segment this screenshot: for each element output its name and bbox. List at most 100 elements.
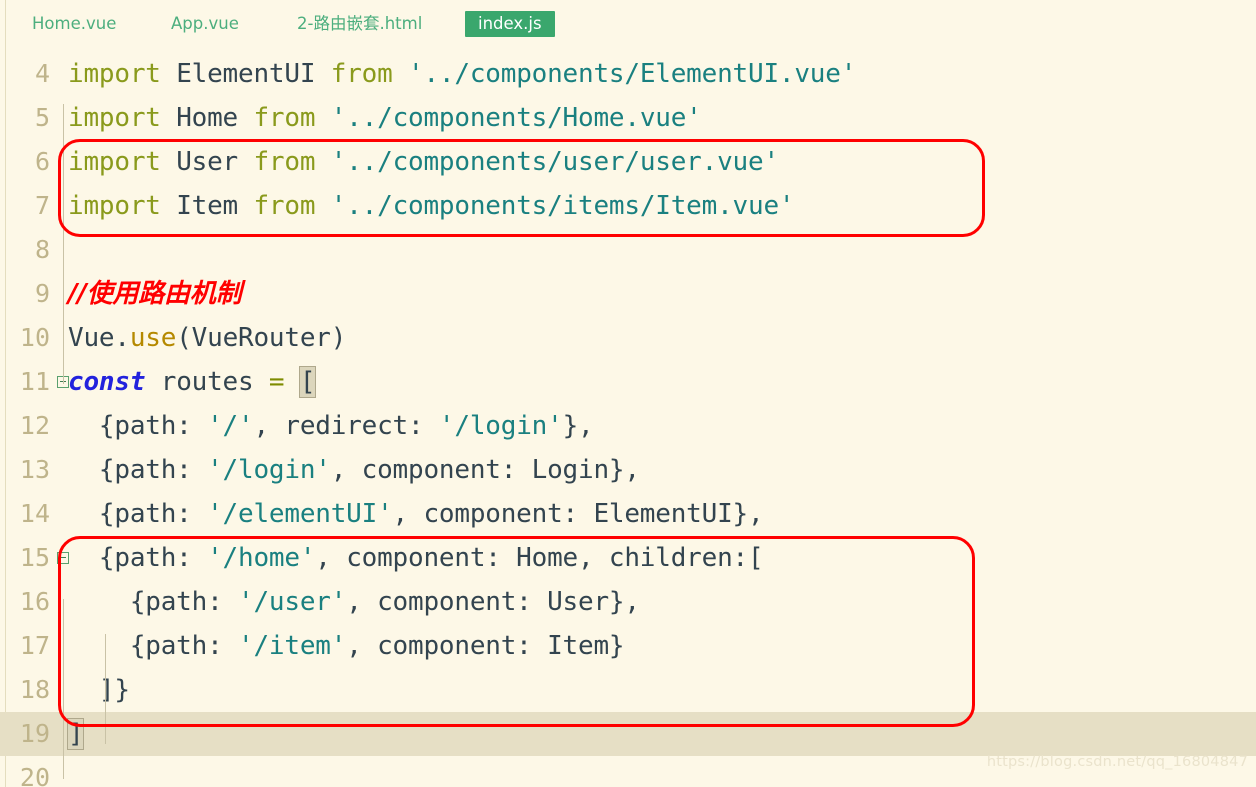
code-token: '../components/user/user.vue' <box>330 147 779 177</box>
code-token: '../components/ElementUI.vue' <box>408 59 857 89</box>
code-line[interactable]: 13 {path: '/login', component: Login}, <box>0 448 1256 492</box>
code-token: {path: <box>68 499 208 529</box>
code-token: const <box>68 367 161 397</box>
editor-tab-2[interactable]: App.vue <box>167 11 243 37</box>
editor-tab-4[interactable]: index.js <box>465 11 555 37</box>
line-number: 7 <box>34 191 50 220</box>
code-line[interactable]: 19] <box>0 712 1256 756</box>
code-token: ] <box>66 718 85 750</box>
code-line[interactable]: 10 Vue.use(VueRouter) <box>0 316 1256 360</box>
line-number: 9 <box>34 279 50 308</box>
code-token: Home <box>176 103 254 133</box>
code-text: {path: '/login', component: Login}, <box>68 448 640 492</box>
code-token: {path: <box>68 631 238 661</box>
code-token: ElementUI <box>176 59 331 89</box>
line-number: 4 <box>34 59 50 88</box>
line-number: 18 <box>19 675 50 704</box>
indent-guide <box>63 104 64 384</box>
indent-guide <box>63 599 64 779</box>
line-number: 12 <box>19 411 50 440</box>
line-number: 14 <box>19 499 50 528</box>
code-line[interactable]: 12 {path: '/', redirect: '/login'}, <box>0 404 1256 448</box>
code-text: ] <box>66 712 85 756</box>
line-number: 5 <box>34 103 50 132</box>
code-token: , component: User}, <box>346 587 640 617</box>
code-token: import <box>68 191 177 221</box>
code-line[interactable]: 7 import Item from '../components/items/I… <box>0 184 1256 228</box>
code-token: '../components/Home.vue' <box>330 103 702 133</box>
code-line[interactable]: 16 {path: '/user', component: User}, <box>0 580 1256 624</box>
line-number: 20 <box>19 763 50 787</box>
code-token: , redirect: <box>253 411 439 441</box>
code-line[interactable]: 18 ]} <box>0 668 1256 712</box>
code-text: const routes = [ <box>68 360 317 404</box>
code-editor-window: Home.vue App.vue 2-路由嵌套.html index.js 4 impo… <box>0 0 1256 787</box>
editor-tab-bar: Home.vue App.vue 2-路由嵌套.html index.js <box>0 0 1256 44</box>
code-token: '/login' <box>438 411 563 441</box>
indent-guide <box>105 634 106 744</box>
code-token: = <box>268 367 285 397</box>
code-text: import User from '../components/user/use… <box>68 140 779 184</box>
code-token: [ <box>298 366 317 398</box>
editor-body[interactable]: 4 import ElementUI from '../components/El… <box>0 44 1256 787</box>
code-token: }, <box>562 411 594 441</box>
code-text: import ElementUI from '../components/Ele… <box>68 52 856 96</box>
code-token: {path: <box>68 587 238 617</box>
code-token: '/elementUI' <box>207 499 393 529</box>
code-text: //使用路由机制 <box>68 272 242 316</box>
code-line[interactable]: 9 //使用路由机制 <box>0 272 1256 316</box>
code-text: import Home from '../components/Home.vue… <box>68 96 702 140</box>
code-text: import Item from '../components/items/It… <box>68 184 795 228</box>
code-text: {path: '/elementUI', component: ElementU… <box>68 492 764 536</box>
code-line[interactable]: 17 {path: '/item', component: Item} <box>0 624 1256 668</box>
code-token: , component: Item} <box>346 631 625 661</box>
line-number: 10 <box>19 323 50 352</box>
line-number: 19 <box>19 719 50 748</box>
tab-bar-left-rule <box>5 0 6 44</box>
code-token: Vue. <box>68 323 130 353</box>
code-line[interactable]: 6 import User from '../components/user/us… <box>0 140 1256 184</box>
line-number: 6 <box>34 147 50 176</box>
code-token: ]} <box>68 675 130 705</box>
editor-tab-1[interactable]: Home.vue <box>28 11 120 37</box>
code-token: {path: <box>68 411 208 441</box>
code-line[interactable]: 5 import Home from '../components/Home.vu… <box>0 96 1256 140</box>
code-text: {path: '/item', component: Item} <box>68 624 625 668</box>
line-number: 13 <box>19 455 50 484</box>
code-token: (VueRouter) <box>176 323 347 353</box>
code-text: {path: '/user', component: User}, <box>68 580 640 624</box>
code-token: '../components/items/Item.vue' <box>330 191 795 221</box>
code-token: , component: Home, children:[ <box>315 543 764 573</box>
code-token: import <box>68 59 177 89</box>
code-token: import <box>68 103 177 133</box>
code-token: //使用路由机制 <box>68 279 242 309</box>
code-token: from <box>253 147 331 177</box>
code-token: from <box>253 191 331 221</box>
code-token: from <box>253 103 331 133</box>
code-token: {path: <box>68 543 208 573</box>
line-number: 15 <box>19 543 50 572</box>
code-token: , component: ElementUI}, <box>392 499 764 529</box>
code-line[interactable]: 8 <box>0 228 1256 272</box>
code-token: '/login' <box>207 455 331 485</box>
code-token: '/' <box>207 411 254 441</box>
code-token: Item <box>176 191 254 221</box>
code-token: '/home' <box>207 543 316 573</box>
code-text: ]} <box>68 668 130 712</box>
code-line[interactable]: 4 import ElementUI from '../components/El… <box>0 52 1256 96</box>
line-number: 11 <box>19 367 50 396</box>
code-text: {path: '/', redirect: '/login'}, <box>68 404 594 448</box>
code-text: {path: '/home', component: Home, childre… <box>68 536 764 580</box>
code-line[interactable]: 14 {path: '/elementUI', component: Eleme… <box>0 492 1256 536</box>
code-token: use <box>129 323 177 353</box>
editor-tab-3[interactable]: 2-路由嵌套.html <box>293 11 426 37</box>
code-token: '/item' <box>238 631 347 661</box>
line-number: 17 <box>19 631 50 660</box>
code-token: from <box>330 59 409 89</box>
code-token: import <box>68 147 177 177</box>
line-number: 8 <box>34 235 50 264</box>
code-line[interactable]: 15 {path: '/home', component: Home, chil… <box>0 536 1256 580</box>
code-line[interactable]: 11 const routes = [ <box>0 360 1256 404</box>
code-token: User <box>176 147 254 177</box>
